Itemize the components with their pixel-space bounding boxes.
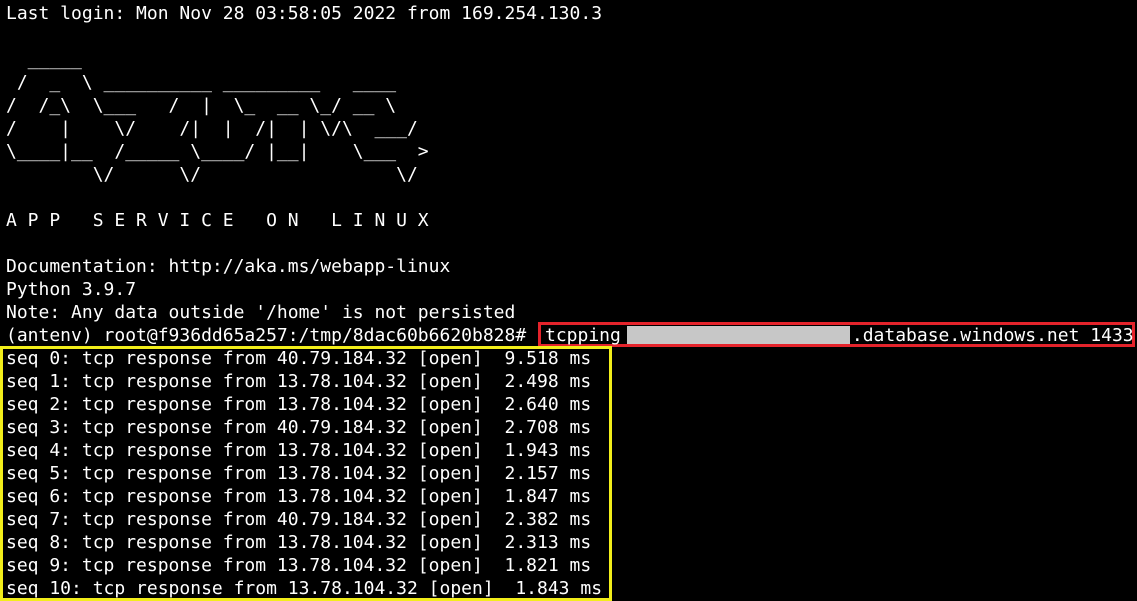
result-line: seq 2: tcp response from 13.78.104.32 [o… <box>6 394 592 415</box>
command-input[interactable]: tcpping .database.windows.net 1433 <box>545 324 1134 347</box>
result-line: seq 9: tcp response from 13.78.104.32 [o… <box>6 555 592 576</box>
result-line: seq 5: tcp response from 13.78.104.32 [o… <box>6 463 592 484</box>
shell-prompt: (antenv) root@f936dd65a257:/tmp/8dac60b6… <box>6 325 527 346</box>
result-line: seq 3: tcp response from 40.79.184.32 [o… <box>6 417 592 438</box>
documentation-line: Documentation: http://aka.ms/webapp-linu… <box>6 256 451 277</box>
last-login-line: Last login: Mon Nov 28 03:58:05 2022 fro… <box>6 3 603 24</box>
service-title: A P P S E R V I C E O N L I N U X <box>6 210 429 231</box>
terminal-window[interactable]: Last login: Mon Nov 28 03:58:05 2022 fro… <box>0 0 1137 601</box>
command-name: tcpping <box>545 325 621 346</box>
result-line: seq 10: tcp response from 13.78.104.32 [… <box>6 578 603 599</box>
result-line: seq 1: tcp response from 13.78.104.32 [o… <box>6 371 592 392</box>
result-line: seq 8: tcp response from 13.78.104.32 [o… <box>6 532 592 553</box>
command-host-suffix: .database.windows.net <box>851 325 1080 346</box>
result-line: seq 0: tcp response from 40.79.184.32 [o… <box>6 348 592 369</box>
result-line: seq 6: tcp response from 13.78.104.32 [o… <box>6 486 592 507</box>
result-line: seq 4: tcp response from 13.78.104.32 [o… <box>6 440 592 461</box>
ascii-banner: _____ / _ \ __________ _________ ____ / … <box>6 49 429 185</box>
command-port: 1433 <box>1090 325 1134 346</box>
result-line: seq 7: tcp response from 40.79.184.32 [o… <box>6 509 592 530</box>
note-line: Note: Any data outside '/home' is not pe… <box>6 302 516 323</box>
redacted-hostname <box>626 326 850 344</box>
python-version-line: Python 3.9.7 <box>6 279 137 300</box>
